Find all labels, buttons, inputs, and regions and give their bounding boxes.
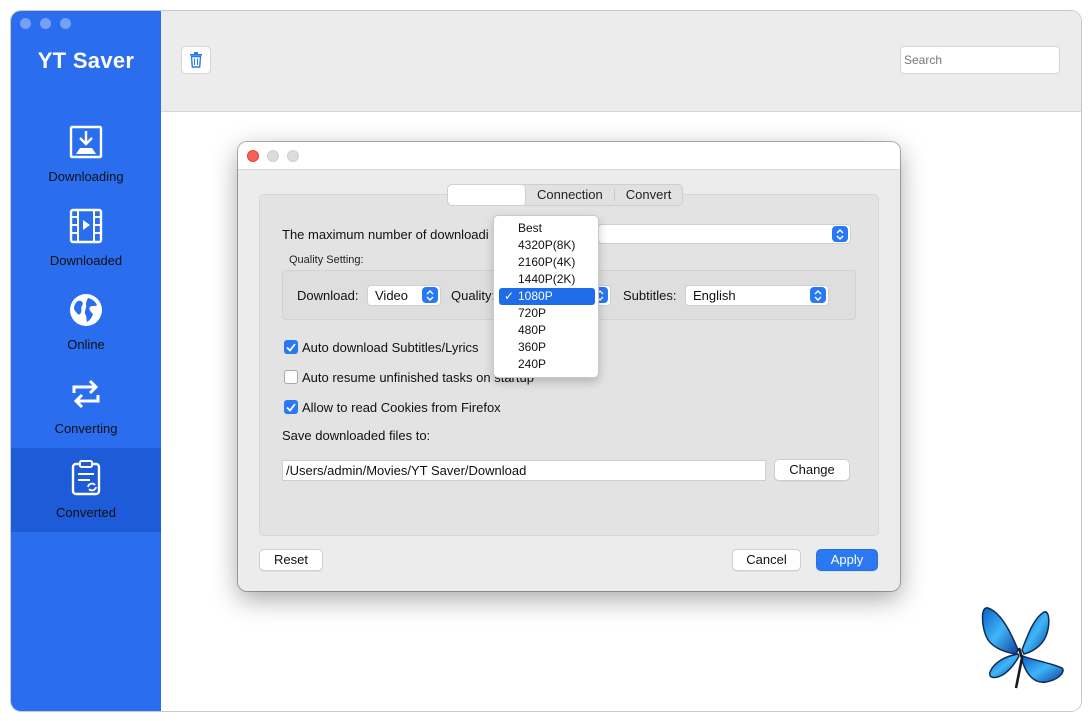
quality-option-720p[interactable]: 720P [499, 305, 595, 322]
auto-resume-checkbox[interactable] [284, 370, 298, 384]
firefox-cookies-checkbox[interactable] [284, 400, 298, 414]
zoom-window-button[interactable] [60, 18, 71, 29]
max-downloads-select[interactable] [598, 224, 851, 244]
sidebar-item-label: Downloaded [49, 253, 123, 268]
quality-option-480p[interactable]: 480P [499, 322, 595, 339]
sidebar-item-label: Converting [54, 421, 118, 436]
subtitles-stepper [810, 287, 826, 303]
download-type-stepper [422, 287, 438, 303]
dialog-window-controls [247, 150, 299, 162]
apply-button[interactable]: Apply [816, 549, 878, 571]
change-path-button[interactable]: Change [774, 459, 850, 481]
max-downloads-label: The maximum number of downloadi [282, 227, 489, 242]
trash-icon [190, 52, 202, 68]
reset-button[interactable]: Reset [259, 549, 323, 571]
subtitles-label: Subtitles: [623, 288, 677, 303]
sidebar-item-downloading[interactable]: Downloading [11, 112, 161, 196]
quality-option-best[interactable]: Best [499, 220, 595, 237]
dialog-close-button[interactable] [247, 150, 259, 162]
chevron-updown-icon [426, 289, 434, 301]
sidebar-item-label: Converted [56, 505, 116, 520]
save-location-label: Save downloaded files to: [282, 428, 431, 443]
dialog-minimize-button[interactable] [267, 150, 279, 162]
close-window-button[interactable] [20, 18, 31, 29]
toolbar [161, 11, 1081, 112]
download-type-label: Download: [297, 288, 359, 303]
auto-subtitles-checkbox[interactable] [284, 340, 298, 354]
quality-option-360p[interactable]: 360P [499, 339, 595, 356]
checkmark-icon [286, 342, 296, 352]
tab-convert[interactable]: Convert [615, 185, 683, 205]
convert-arrows-icon [72, 379, 100, 409]
sidebar-item-label: Online [67, 337, 105, 352]
sidebar-item-converting[interactable]: Converting [11, 364, 161, 448]
quality-option-4320p[interactable]: 4320P(8K) [499, 237, 595, 254]
window-controls [20, 18, 71, 29]
dialog-zoom-button[interactable] [287, 150, 299, 162]
download-type-select[interactable]: Video [367, 285, 441, 306]
converted-doc-icon [71, 460, 101, 496]
subtitles-value: English [693, 288, 736, 303]
tab-connection[interactable]: Connection [526, 185, 614, 205]
settings-tabs: Connection Convert [447, 184, 684, 206]
firefox-cookies-label: Allow to read Cookies from Firefox [302, 400, 501, 415]
subtitles-select[interactable]: English [685, 285, 829, 306]
quality-option-240p[interactable]: 240P [499, 356, 595, 373]
preferences-dialog: Connection Convert The maximum number of… [238, 142, 900, 591]
selected-check-icon: ✓ [504, 289, 515, 303]
sidebar-item-label: Downloading [48, 169, 124, 184]
checkmark-icon [286, 402, 296, 412]
search-input[interactable] [900, 46, 1060, 74]
quality-setting-label: Quality Setting: [289, 254, 364, 266]
dialog-titlebar [238, 142, 900, 170]
quality-label: Quality: [451, 288, 496, 303]
quality-option-label: 1080P [518, 289, 553, 303]
chevron-updown-icon [836, 228, 844, 240]
delete-button[interactable] [181, 46, 211, 74]
app-title: YT Saver [37, 48, 135, 73]
download-icon [69, 125, 103, 159]
save-path-field[interactable]: /Users/admin/Movies/YT Saver/Download [282, 460, 766, 481]
chevron-updown-icon [814, 289, 822, 301]
max-downloads-stepper [832, 226, 848, 242]
download-type-value: Video [375, 288, 409, 303]
quality-option-1440p[interactable]: 1440P(2K) [499, 271, 595, 288]
film-icon [69, 208, 103, 244]
tab-general[interactable] [448, 185, 526, 205]
quality-option-1080p[interactable]: ✓ 1080P [499, 288, 595, 305]
globe-icon [70, 294, 102, 326]
cancel-button[interactable]: Cancel [732, 549, 801, 571]
sidebar-item-converted[interactable]: Converted [11, 448, 161, 532]
quality-option-2160p[interactable]: 2160P(4K) [499, 254, 595, 271]
sidebar: YT Saver Downloading Downloaded Online C… [11, 11, 161, 711]
butterfly-logo-icon [981, 607, 1064, 689]
auto-subtitles-label: Auto download Subtitles/Lyrics [302, 340, 479, 355]
quality-dropdown-menu: Best 4320P(8K) 2160P(4K) 1440P(2K) ✓ 108… [493, 215, 599, 378]
sidebar-item-downloaded[interactable]: Downloaded [11, 196, 161, 280]
sidebar-item-online[interactable]: Online [11, 280, 161, 364]
minimize-window-button[interactable] [40, 18, 51, 29]
